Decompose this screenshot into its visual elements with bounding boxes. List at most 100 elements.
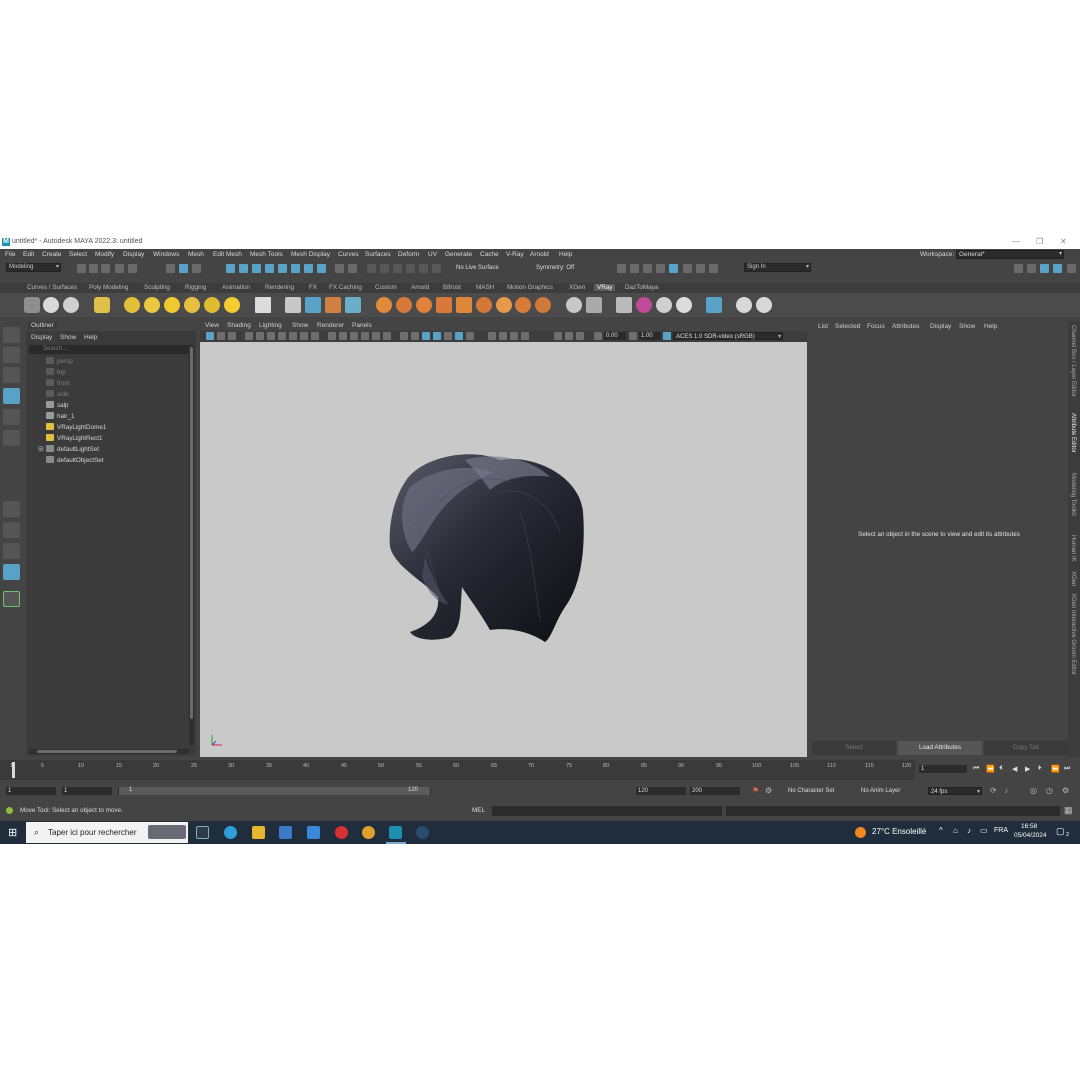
field-chart-icon[interactable] [328,332,336,340]
film-gate-icon[interactable] [289,332,297,340]
battery-icon[interactable]: ▭ [980,826,988,835]
vray-ipr-shelf-icon[interactable] [43,297,59,313]
script-editor-icon[interactable]: ▦ [1064,805,1073,816]
playback-end-field[interactable]: 120 [636,787,686,795]
vray-blend-icon[interactable] [396,297,412,313]
mask-icon-3[interactable] [252,264,261,273]
mask-icon-7[interactable] [304,264,313,273]
attr-menu-display[interactable]: Display [930,323,951,330]
side-tab-human-ik[interactable]: Human IK [1070,535,1076,562]
attr-menu-list[interactable]: List [818,323,828,330]
vray-light-rect-icon[interactable] [94,297,110,313]
fps-dropdown[interactable]: 24 fps [928,787,982,796]
viewport-menu-renderer[interactable]: Renderer [317,322,344,329]
motion-blur-icon[interactable] [455,332,463,340]
step-forward-frame-icon[interactable]: ⏵ [1038,765,1042,773]
menu-edit-mesh[interactable]: Edit Mesh [213,251,242,258]
side-tab-xgen-groom[interactable]: XGen Interactive Groom Editor [1070,593,1076,675]
symmetry-dropdown[interactable]: Symmetry: Off [536,265,574,271]
open-scene-icon[interactable] [89,264,98,273]
vray-light-mesh-icon[interactable] [184,297,200,313]
load-attributes-button[interactable]: Load Attributes [898,741,982,755]
safe-action-icon[interactable] [339,332,347,340]
opera-icon[interactable] [335,826,348,839]
animation-end-field[interactable]: 200 [690,787,740,795]
bookmark-icon[interactable] [228,332,236,340]
menu-edit[interactable]: Edit [23,251,34,258]
vray-render-icon[interactable] [683,264,692,273]
auto-key-icon[interactable]: ⚑ [752,786,759,795]
select-button[interactable]: Select [812,741,896,755]
network-icon[interactable]: ⌂ [953,826,958,835]
step-back-frame-icon[interactable]: ⏴ [999,765,1003,773]
menu-file[interactable]: File [5,251,15,258]
chrome-icon[interactable] [362,826,375,839]
menu-mesh[interactable]: Mesh [188,251,204,258]
resolution-gate-icon[interactable] [300,332,308,340]
expand-icon[interactable]: ⊞ [38,445,44,453]
vray-material-icon[interactable] [376,297,392,313]
depth-of-field-icon[interactable] [488,332,496,340]
mask-icon-8[interactable] [317,264,326,273]
menu-modify[interactable]: Modify [95,251,114,258]
shadows-icon[interactable] [433,332,441,340]
outliner-title[interactable]: Outliner [28,322,57,329]
color-management-icon[interactable] [663,332,671,340]
vray-vfb-shelf-icon[interactable] [63,297,79,313]
time-slider[interactable]: 1 5 10 15 20 25 30 35 40 45 50 55 60 65 … [0,760,915,780]
safe-title-icon[interactable] [350,332,358,340]
step-back-key-icon[interactable]: ⏪ [986,765,995,773]
shelf-tab-xgen[interactable]: XGen [566,284,588,291]
outliner-item-hair[interactable]: hair_1 [46,412,75,422]
play-forward-icon[interactable]: ▶ [1025,765,1030,773]
menu-display[interactable]: Display [123,251,144,258]
wireframe-on-shaded-icon[interactable] [400,332,408,340]
new-scene-icon[interactable] [77,264,86,273]
range-slider-track[interactable]: 1 120 [118,787,431,795]
mask-icon-1[interactable] [226,264,235,273]
render-settings-icon[interactable] [643,264,652,273]
menu-vray[interactable]: V-Ray [506,251,524,258]
vray-light-dome-icon[interactable] [124,297,140,313]
color-space-dropdown[interactable]: ACES 1.0 SDR-video (sRGB) [673,332,783,341]
vray-grid-icon[interactable] [456,297,472,313]
menu-set-dropdown[interactable]: Modeling [6,263,61,272]
shelf-tab-poly-modeling[interactable]: Poly Modeling [86,284,132,291]
vray-vfb-icon[interactable] [696,264,705,273]
menu-surfaces[interactable]: Surfaces [365,251,391,258]
menu-uv[interactable]: UV [428,251,437,258]
clock-time[interactable]: 16:58 [1021,823,1037,830]
copy-tab-button[interactable]: Copy Tab [984,741,1068,755]
search-icon[interactable] [3,591,20,607]
redo-icon[interactable] [128,264,137,273]
menu-select[interactable]: Select [69,251,87,258]
shelf-tab-daztomaya[interactable]: DazToMaya [622,284,661,291]
windows-start-icon[interactable]: ⊞ [8,826,17,839]
select-tool-icon[interactable] [3,327,20,343]
outliner-item-side[interactable]: side [46,390,69,400]
save-scene-icon[interactable] [101,264,110,273]
shelf-tab-rigging[interactable]: Rigging [182,284,209,291]
shelf-tab-arnold[interactable]: Arnold [408,284,432,291]
vray-palette-icon[interactable] [656,297,672,313]
viewport-menu-panels[interactable]: Panels [352,322,372,329]
grease-pencil-icon[interactable] [267,332,275,340]
snap-vertex-icon[interactable] [432,264,441,273]
anim-layer-dropdown[interactable]: No Anim Layer [859,787,921,795]
viewport-menu-lighting[interactable]: Lighting [259,322,282,329]
outliner-item-vray-light-dome[interactable]: VRayLightDome1 [46,423,106,433]
command-line-input[interactable] [492,806,722,816]
shelf-tab-motion-graphics[interactable]: Motion Graphics [504,284,556,291]
current-frame-field[interactable]: 1 [919,765,967,773]
snap-point-icon[interactable] [393,264,402,273]
wireframe-icon[interactable] [361,332,369,340]
menu-generate[interactable]: Generate [445,251,472,258]
snap-surface-icon[interactable] [419,264,428,273]
range-slider-handle[interactable] [119,787,430,795]
command-language-label[interactable]: MEL [472,807,485,814]
viewport-menu-show[interactable]: Show [292,322,308,329]
sign-in-button[interactable]: Sign In [744,263,811,272]
shelf-tab-fx[interactable]: FX [306,284,320,291]
render-view-icon[interactable] [669,264,678,273]
mask-icon-5[interactable] [278,264,287,273]
